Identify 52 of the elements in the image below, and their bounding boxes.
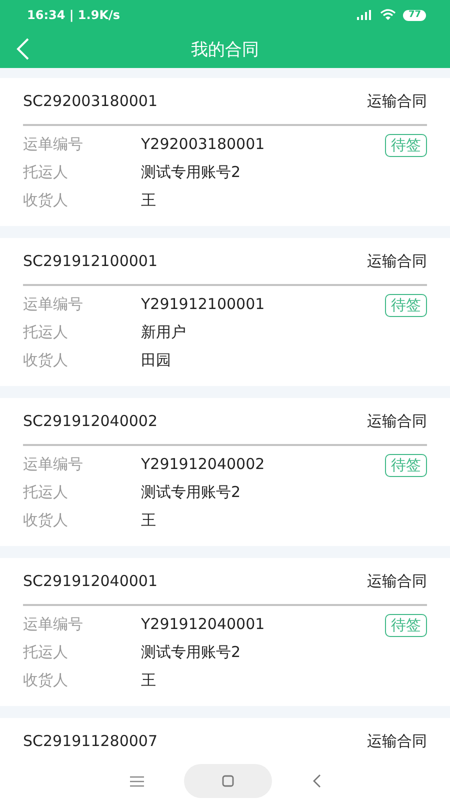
field-value: Y292003180001	[141, 135, 265, 153]
contract-card[interactable]: SC292003180001 运输合同 运单编号 Y292003180001 托运人 测试专用账号2 收货人 王 待签	[0, 78, 450, 226]
home-icon	[222, 775, 234, 787]
field-value: 田园	[141, 350, 171, 370]
back-icon[interactable]	[312, 774, 320, 788]
field-label: 托运人	[23, 162, 69, 182]
field-value: 王	[141, 510, 156, 530]
field-value: Y291912040001	[141, 615, 265, 633]
field-value: Y291912100001	[141, 295, 265, 313]
contract-type: 运输合同	[367, 92, 427, 110]
field-label: 收货人	[23, 190, 69, 210]
field-label: 托运人	[23, 482, 69, 502]
contract-number: SC292003180001	[23, 92, 158, 110]
field-label: 运单编号	[23, 294, 84, 314]
contract-type: 运输合同	[367, 412, 427, 430]
field-value: Y291912040002	[141, 455, 265, 473]
field-label: 收货人	[23, 670, 69, 690]
contract-card[interactable]: SC291911280007 运输合同	[0, 718, 450, 762]
signal-icon	[357, 10, 374, 20]
status-badge: 待签	[385, 294, 427, 317]
home-button[interactable]	[184, 764, 272, 798]
contract-card[interactable]: SC291912100001 运输合同 运单编号 Y291912100001 托运人 新用户 收货人 田园 待签	[0, 238, 450, 386]
page-title: 我的合同	[191, 38, 259, 60]
contract-type: 运输合同	[367, 572, 427, 590]
status-badge: 待签	[385, 614, 427, 637]
field-value: 测试专用账号2	[141, 642, 241, 662]
field-label: 运单编号	[23, 134, 84, 154]
field-value: 王	[141, 190, 156, 210]
status-badge: 待签	[385, 454, 427, 477]
field-label: 运单编号	[23, 454, 84, 474]
field-label: 收货人	[23, 350, 69, 370]
field-label: 托运人	[23, 322, 69, 342]
contract-type: 运输合同	[367, 252, 427, 270]
contract-number: SC291911280007	[23, 732, 158, 750]
contract-card[interactable]: SC291912040001 运输合同 运单编号 Y291912040001 托运人 测试专用账号2 收货人 王 待签	[0, 558, 450, 706]
status-time: 16:34 | 1.9K/s	[27, 8, 120, 22]
contract-number: SC291912040002	[23, 412, 158, 430]
menu-icon[interactable]	[130, 776, 144, 786]
field-label: 运单编号	[23, 614, 84, 634]
contract-type: 运输合同	[367, 732, 427, 750]
wifi-icon	[380, 9, 396, 21]
battery-level: 77	[403, 10, 426, 20]
field-label: 托运人	[23, 642, 69, 662]
contract-number: SC291912040001	[23, 572, 158, 590]
field-value: 测试专用账号2	[141, 482, 241, 502]
field-value: 测试专用账号2	[141, 162, 241, 182]
field-value: 王	[141, 670, 156, 690]
contract-number: SC291912100001	[23, 252, 158, 270]
field-value: 新用户	[141, 322, 186, 342]
field-label: 收货人	[23, 510, 69, 530]
status-badge: 待签	[385, 134, 427, 157]
contract-card[interactable]: SC291912040002 运输合同 运单编号 Y291912040002 托运人 测试专用账号2 收货人 王 待签	[0, 398, 450, 546]
